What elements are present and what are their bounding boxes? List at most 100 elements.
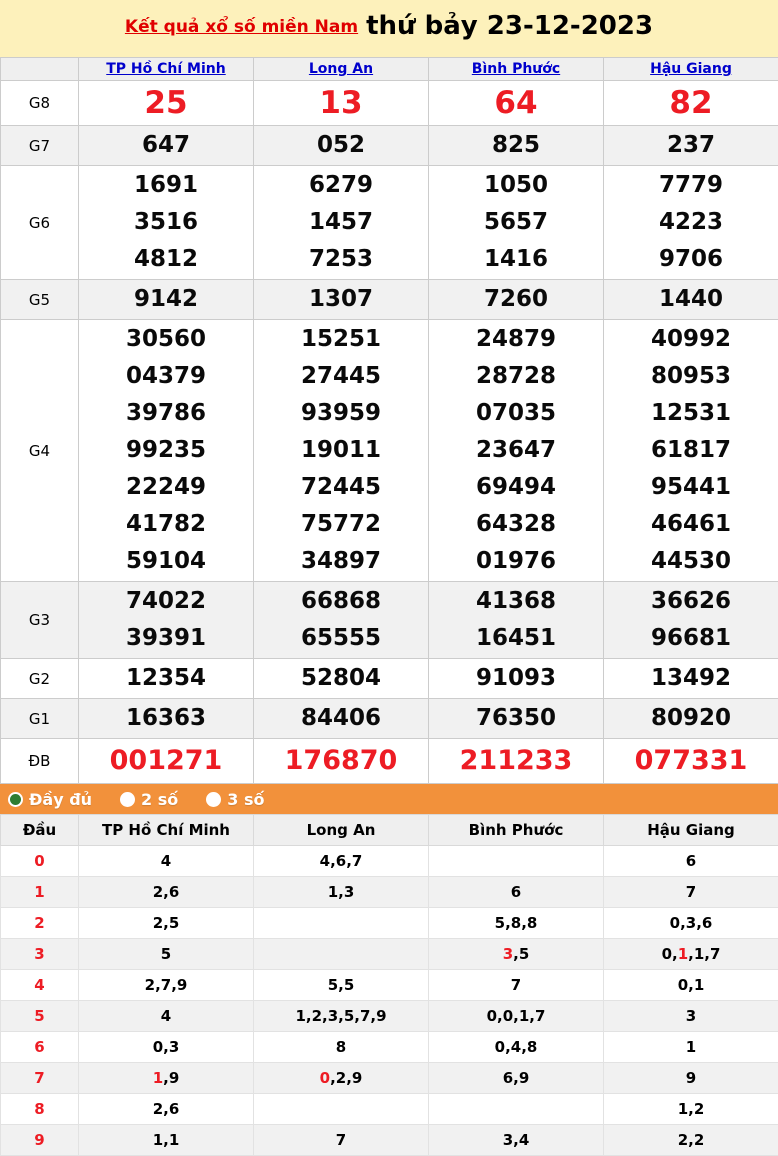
prize-row-G2: G212354528049109313492 xyxy=(1,659,778,699)
dau-header-row: ĐầuTP Hồ Chí MinhLong AnBình PhướcHậu Gi… xyxy=(1,815,778,846)
dau-red-digit: 1 xyxy=(153,1069,163,1087)
province-link-0[interactable]: TP Hồ Chí Minh xyxy=(106,61,225,77)
dau-row-0: 044,6,76 xyxy=(1,846,778,877)
province-link-2[interactable]: Bình Phước xyxy=(472,61,560,77)
prize-cell: 7402239391 xyxy=(79,582,254,659)
prize-number: 16363 xyxy=(79,700,253,737)
dau-value-cell: 1,1 xyxy=(79,1125,254,1156)
prize-number: 077331 xyxy=(604,740,778,782)
dau-value-cell: 6 xyxy=(429,877,604,908)
prize-number: 91093 xyxy=(429,660,603,697)
dau-row-9: 91,173,42,2 xyxy=(1,1125,778,1156)
region-title-link[interactable]: Kết quả xổ số miền Nam xyxy=(125,17,358,37)
filter-option-1[interactable]: 2 số xyxy=(120,790,178,809)
prize-number: 74022 xyxy=(79,583,253,620)
prize-cell: 64 xyxy=(429,81,604,126)
prize-cell: 077331 xyxy=(604,739,778,784)
prize-cell: 237 xyxy=(604,126,778,166)
prize-number: 211233 xyxy=(429,740,603,782)
dau-value-cell: 5,5 xyxy=(254,970,429,1001)
dau-digit-text: ,1,7 xyxy=(688,945,720,963)
dau-value-cell xyxy=(254,908,429,939)
prize-number: 41368 xyxy=(429,583,603,620)
radio-icon[interactable] xyxy=(206,792,221,807)
prize-number: 84406 xyxy=(254,700,428,737)
prize-number: 39391 xyxy=(79,620,253,657)
dau-digit-cell: 6 xyxy=(1,1032,79,1063)
prize-number: 40992 xyxy=(604,321,778,358)
dau-value-cell: 8 xyxy=(254,1032,429,1063)
prize-number: 95441 xyxy=(604,469,778,506)
filter-option-label: 3 số xyxy=(227,790,264,809)
prize-cell: 76350 xyxy=(429,699,604,739)
dau-row-8: 82,61,2 xyxy=(1,1094,778,1125)
prize-row-label: G7 xyxy=(1,126,79,166)
dau-province-header-cell: TP Hồ Chí Minh xyxy=(79,815,254,846)
dau-row-3: 353,50,1,1,7 xyxy=(1,939,778,970)
dau-value-cell: 5,8,8 xyxy=(429,908,604,939)
prize-number: 9706 xyxy=(604,241,778,278)
province-header-cell: Long An xyxy=(254,58,429,81)
filter-option-label: 2 số xyxy=(141,790,178,809)
prize-number: 65555 xyxy=(254,620,428,657)
prize-number: 46461 xyxy=(604,506,778,543)
prize-number: 64328 xyxy=(429,506,603,543)
dau-value-cell: 3,5 xyxy=(429,939,604,970)
prize-number: 27445 xyxy=(254,358,428,395)
prize-cell: 052 xyxy=(254,126,429,166)
prize-number: 76350 xyxy=(429,700,603,737)
province-link-3[interactable]: Hậu Giang xyxy=(650,61,732,77)
lottery-results-page: Kết quả xổ số miền Nam thứ bảy 23-12-2023… xyxy=(0,0,778,1156)
prize-row-G5: G59142130772601440 xyxy=(1,280,778,320)
prize-cell: 40992809531253161817954414646144530 xyxy=(604,320,778,582)
draw-date-title: thứ bảy 23-12-2023 xyxy=(366,11,653,41)
radio-icon[interactable] xyxy=(120,792,135,807)
prize-row-G1: G116363844067635080920 xyxy=(1,699,778,739)
prize-cell: 12354 xyxy=(79,659,254,699)
prize-row-label: G5 xyxy=(1,280,79,320)
prize-number: 69494 xyxy=(429,469,603,506)
prize-number: 82 xyxy=(604,82,778,124)
dau-value-cell: 7 xyxy=(604,877,778,908)
dau-value-cell: 1,2 xyxy=(604,1094,778,1125)
dau-value-cell: 6,9 xyxy=(429,1063,604,1094)
prize-cell: 80920 xyxy=(604,699,778,739)
prize-cell: 825 xyxy=(429,126,604,166)
radio-selected-icon[interactable] xyxy=(8,792,23,807)
dau-row-1: 12,61,367 xyxy=(1,877,778,908)
prize-number: 39786 xyxy=(79,395,253,432)
dau-header-cell: Đầu xyxy=(1,815,79,846)
dau-red-digit: 1 xyxy=(678,945,688,963)
corner-cell xyxy=(1,58,79,81)
filter-option-0[interactable]: Đầy đủ xyxy=(8,790,92,809)
prize-number: 96681 xyxy=(604,620,778,657)
prize-number: 80953 xyxy=(604,358,778,395)
dau-digit-cell: 1 xyxy=(1,877,79,908)
prize-number: 80920 xyxy=(604,700,778,737)
prize-number: 7260 xyxy=(429,281,603,318)
dau-red-digit: 3 xyxy=(503,945,513,963)
prize-number: 6279 xyxy=(254,167,428,204)
prize-cell: 91093 xyxy=(429,659,604,699)
prize-cell: 16363 xyxy=(79,699,254,739)
prize-row-G4: G430560043793978699235222494178259104152… xyxy=(1,320,778,582)
prize-number: 1416 xyxy=(429,241,603,278)
dau-value-cell xyxy=(254,1094,429,1125)
dau-value-cell: 2,6 xyxy=(79,1094,254,1125)
prize-number: 7253 xyxy=(254,241,428,278)
page-header: Kết quả xổ số miền Nam thứ bảy 23-12-2023 xyxy=(0,0,778,57)
prize-cell: 627914577253 xyxy=(254,166,429,280)
prize-number: 99235 xyxy=(79,432,253,469)
prize-cell: 13 xyxy=(254,81,429,126)
province-header-cell: Hậu Giang xyxy=(604,58,778,81)
province-link-1[interactable]: Long An xyxy=(309,61,373,77)
filter-option-2[interactable]: 3 số xyxy=(206,790,264,809)
dau-value-cell: 4,6,7 xyxy=(254,846,429,877)
dau-value-cell: 1 xyxy=(604,1032,778,1063)
prize-number: 64 xyxy=(429,82,603,124)
dau-digit-cell: 0 xyxy=(1,846,79,877)
dau-value-cell: 1,9 xyxy=(79,1063,254,1094)
dau-table: ĐầuTP Hồ Chí MinhLong AnBình PhướcHậu Gi… xyxy=(0,814,778,1156)
prize-number: 23647 xyxy=(429,432,603,469)
prize-number: 237 xyxy=(604,127,778,164)
